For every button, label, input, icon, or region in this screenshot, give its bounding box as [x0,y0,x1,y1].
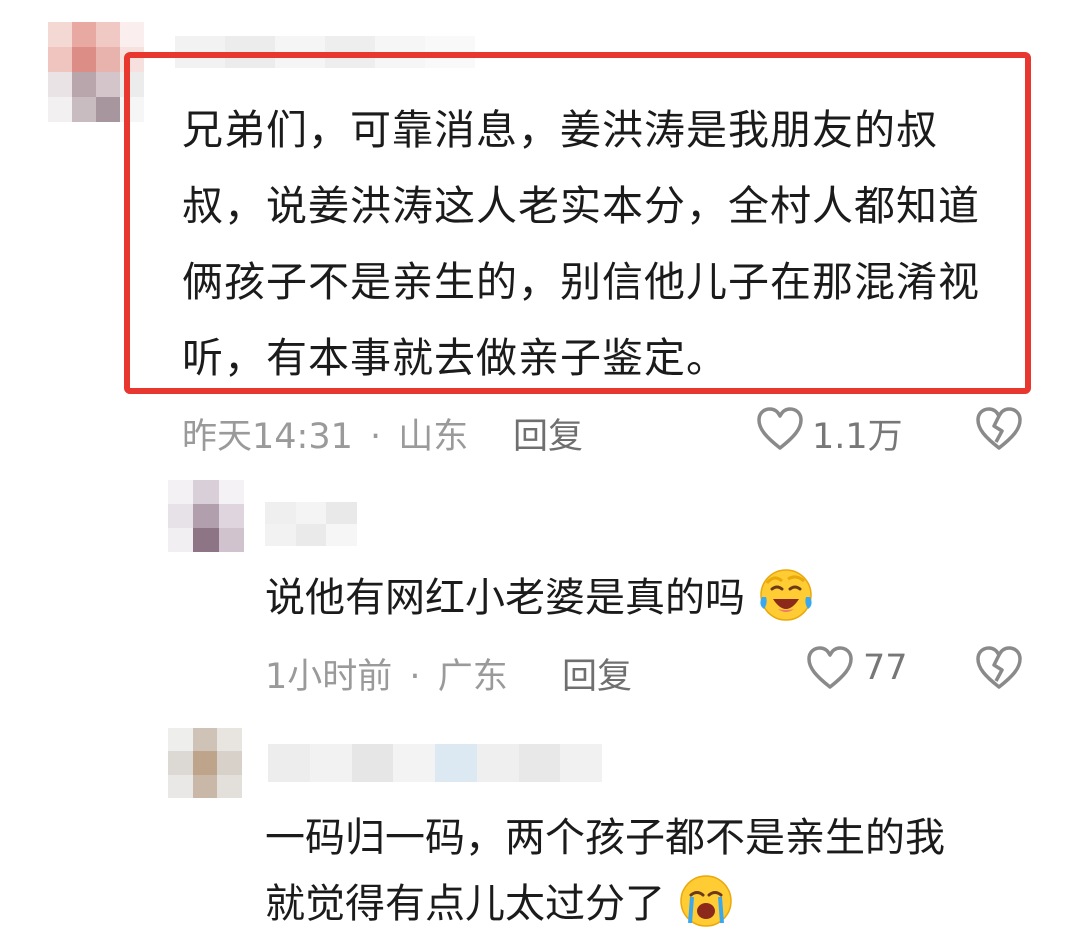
meta-separator: · [370,417,382,457]
username-blurred[interactable] [265,502,357,546]
comment-meta: 昨天14:31 · 山东 [182,408,468,459]
like-count: 77 [863,648,908,688]
like-count: 1.1万 [812,417,903,457]
comment-text-line: 就觉得有点儿太过分了 [265,872,734,936]
broken-heart-icon[interactable] [975,406,1023,452]
comment-text-body: 就觉得有点儿太过分了 [265,881,665,927]
username-blurred[interactable] [268,744,602,782]
laugh-cry-emoji-icon [758,567,814,623]
broken-heart-icon[interactable] [975,645,1023,691]
reply-button[interactable]: 回复 [513,408,583,459]
comment-text-body: 说他有网红小老婆是真的吗 [265,575,745,621]
comment-meta: 1小时前 · 广东 [265,648,508,699]
comment-location: 山东 [398,417,469,457]
heart-outline-icon[interactable] [806,645,854,691]
reply-button[interactable]: 回复 [562,648,632,699]
meta-separator: · [409,657,421,697]
avatar-blurred[interactable] [168,480,244,552]
comment-text: 说他有网红小老婆是真的吗 [265,566,814,630]
comment-time: 1小时前 [265,657,393,697]
comment-text: 兄弟们，可靠消息，姜洪涛是我朋友的叔叔，说姜洪涛这人老实本分，全村人都知道俩孩子… [182,106,980,382]
comment-location: 广东 [437,657,508,697]
comment-time: 昨天14:31 [182,417,353,457]
comment-text-line: 一码归一码，两个孩子都不是亲生的我 [265,815,945,861]
avatar-blurred[interactable] [168,728,242,798]
sob-emoji-icon [678,873,734,929]
heart-outline-icon[interactable] [756,406,804,452]
